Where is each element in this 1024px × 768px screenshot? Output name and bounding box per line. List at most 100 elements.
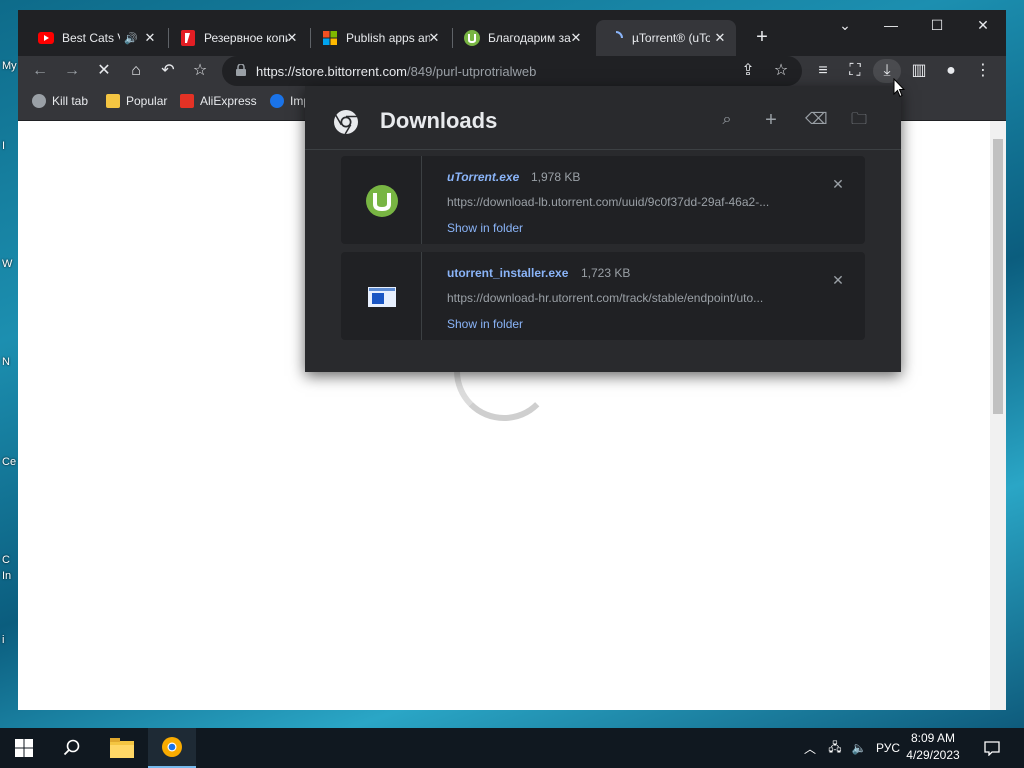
bookmark-star-icon[interactable]: ☆ [186,59,214,83]
tab-title: µTorrent® (uTorrent) [632,31,710,45]
desktop-icon-label[interactable]: My [2,60,17,72]
minimize-button[interactable]: — [868,10,914,40]
close-tab-icon[interactable]: ✕ [426,30,442,46]
search-icon [63,739,80,756]
scrollbar[interactable] [990,121,1006,710]
notifications-icon[interactable] [978,728,1006,768]
mouse-cursor-icon [893,78,905,98]
add-icon[interactable]: + [761,110,781,130]
installer-icon [368,287,396,307]
scroll-thumb[interactable] [993,139,1003,414]
bookmark-label: Popular [126,94,168,108]
tab-thanks-download[interactable]: Благодарим за загрузку ✕ [452,20,592,56]
start-button[interactable] [0,728,48,768]
download-url: https://download-hr.utorrent.com/track/s… [447,291,764,305]
bookmark-label: Kill tab [52,94,89,108]
close-window-button[interactable]: ✕ [960,10,1006,40]
microsoft-icon [322,30,338,46]
share-icon[interactable]: ⇪ [734,59,762,83]
home-button[interactable]: ⌂ [122,59,150,83]
tab-title: Резервное копирование [204,31,288,45]
download-icon-area [341,252,422,340]
chrome-taskbar-button[interactable] [148,728,196,768]
search-button[interactable] [48,728,96,768]
folder-icon [110,738,134,758]
loading-icon [608,30,624,46]
file-explorer-button[interactable] [98,728,146,768]
open-folder-icon[interactable]: 🗀 [849,110,869,130]
close-tab-icon[interactable]: ✕ [284,30,300,46]
youtube-icon [38,30,54,46]
back-button[interactable]: ← [26,59,54,83]
clock-time: 8:09 AM [910,731,956,745]
downloads-panel: Downloads ⌕ + ⌫ 🗀 uTorrent.exe 1,978 KB … [305,86,901,372]
close-tab-icon[interactable]: ✕ [712,30,728,46]
download-size: 1,978 KB [531,170,581,184]
stop-button[interactable]: ✕ [90,59,118,83]
downloads-header: Downloads ⌕ + ⌫ 🗀 [305,86,901,150]
folder-icon [106,94,120,108]
address-bar[interactable]: https://store.bittorrent.com/849/purl-ut… [222,56,802,86]
tab-yandex[interactable]: Резервное копирование ✕ [168,20,308,56]
reading-list-icon[interactable]: ≡ [809,59,837,83]
tab-search-button[interactable]: ⌄ [822,10,868,40]
lock-icon[interactable] [236,64,246,76]
yandex-disk-icon [180,30,196,46]
aliexpress-icon [180,94,194,108]
bookmark-imp[interactable]: Imp [270,94,310,108]
show-hidden-icons-button[interactable]: ︿ [800,728,820,768]
download-item[interactable]: uTorrent.exe 1,978 KB https://download-l… [341,156,865,244]
download-filename[interactable]: uTorrent.exe [447,170,519,184]
tab-strip: Best Cats Videos 🔊 ✕ Резервное копирован… [18,10,1006,56]
clock[interactable]: 8:09 AM 4/29/2023 [898,730,968,764]
download-item[interactable]: utorrent_installer.exe 1,723 KB https://… [341,252,865,340]
new-tab-button[interactable]: + [748,24,776,52]
desktop-icon-label[interactable]: C [2,554,10,566]
download-size: 1,723 KB [581,266,631,280]
maximize-button[interactable]: ☐ [914,10,960,40]
download-icon-area [341,156,422,244]
desktop-icons: My I W N Ce C In i [0,0,18,730]
bookmark-label: AliExpress [200,94,257,108]
taskbar: ︿ 🖧 🔈 РУС 8:09 AM 4/29/2023 [0,728,1024,768]
toolbar: ← → ✕ ⌂ ↶ ☆ https://store.bittorrent.com… [18,56,1006,86]
bookmark-aliexpress[interactable]: AliExpress [180,94,257,108]
search-icon[interactable]: ⌕ [717,110,737,130]
desktop-icon-label[interactable]: N [2,356,10,368]
close-tab-icon[interactable]: ✕ [568,30,584,46]
desktop-icon-label[interactable]: I [2,140,5,152]
bookmark-popular[interactable]: Popular [106,94,167,108]
undo-icon[interactable]: ↶ [154,59,182,83]
volume-icon[interactable]: 🔈 [848,728,870,768]
desktop-icon-label[interactable]: i [2,634,4,646]
tab-utorrent-active[interactable]: µTorrent® (uTorrent) ✕ [596,20,736,56]
show-in-folder-link[interactable]: Show in folder [447,317,523,331]
desktop-icon-label[interactable]: W [2,258,12,270]
profile-icon[interactable]: ● [937,59,965,83]
download-filename[interactable]: utorrent_installer.exe [447,266,568,280]
tab-title: Благодарим за загрузку [488,31,572,45]
bookmark-kill-tab[interactable]: Kill tab [32,94,88,108]
utorrent-icon [464,30,480,46]
forward-button[interactable]: → [58,59,86,83]
download-url: https://download-lb.utorrent.com/uuid/9c… [447,195,770,209]
network-icon[interactable]: 🖧 [824,728,846,768]
desktop-icon-label[interactable]: Ce [2,456,16,468]
close-tab-icon[interactable]: ✕ [142,30,158,46]
downloads-title: Downloads [380,108,498,133]
tab-title: Publish apps and games [346,31,430,45]
desktop-icon-label[interactable]: In [2,570,11,582]
tab-publish-apps[interactable]: Publish apps and games ✕ [310,20,450,56]
side-panel-icon[interactable]: ▥ [905,59,933,83]
speaker-icon[interactable]: 🔊 [124,32,138,45]
tab-best-cats[interactable]: Best Cats Videos 🔊 ✕ [26,20,166,56]
star-icon[interactable]: ☆ [767,59,795,83]
clear-all-icon[interactable]: ⌫ [805,110,828,130]
show-in-folder-link[interactable]: Show in folder [447,221,523,235]
menu-icon[interactable]: ⋮ [969,59,997,83]
remove-download-icon[interactable]: ✕ [830,176,846,192]
crop-icon[interactable]: ⛶ [841,59,869,83]
tab-title: Best Cats Videos [62,31,120,45]
remove-download-icon[interactable]: ✕ [830,272,846,288]
utorrent-icon [366,185,398,217]
